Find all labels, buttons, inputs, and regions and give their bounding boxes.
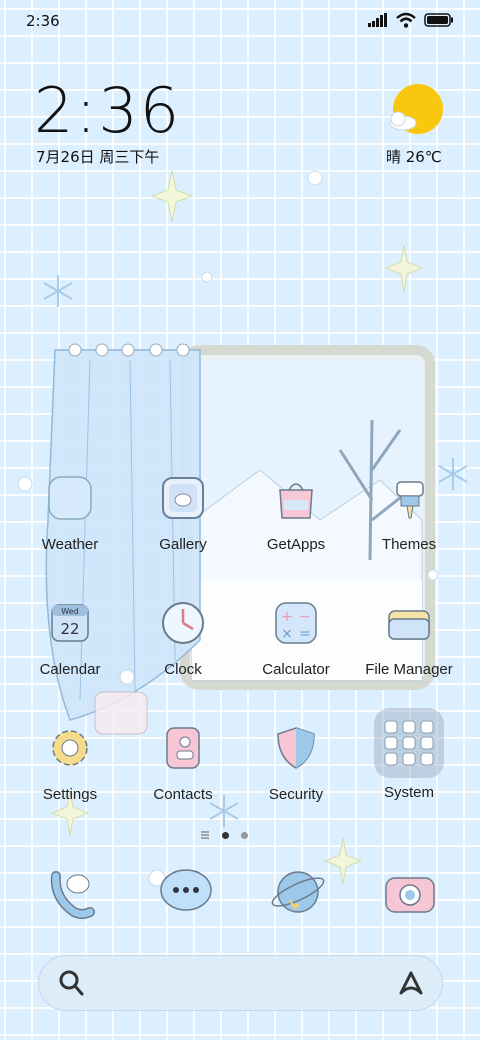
- weather-widget-text[interactable]: 晴 26℃: [386, 146, 442, 167]
- settings-icon: [42, 720, 98, 776]
- system-folder-icon: [374, 708, 444, 778]
- phone-icon[interactable]: [44, 862, 104, 922]
- app-settings[interactable]: Settings: [15, 720, 125, 803]
- app-label: Settings: [42, 786, 98, 803]
- app-getapps[interactable]: GetApps: [241, 470, 351, 553]
- app-gallery[interactable]: Gallery: [128, 470, 238, 553]
- svg-text:−: −: [299, 609, 311, 625]
- folder-system[interactable]: System: [354, 708, 464, 801]
- app-file-manager[interactable]: File Manager: [354, 595, 464, 678]
- calendar-weekday: Wed: [61, 607, 78, 616]
- app-label: Gallery: [159, 536, 207, 553]
- camera-icon[interactable]: [380, 862, 440, 922]
- svg-text:=: =: [299, 626, 311, 642]
- security-icon: [268, 720, 324, 776]
- app-label: System: [383, 784, 434, 801]
- svg-text:×: ×: [281, 626, 293, 642]
- clock-widget-time[interactable]: 2:36: [34, 74, 181, 147]
- assistant-icon[interactable]: [397, 969, 425, 997]
- app-label: GetApps: [266, 536, 326, 553]
- calendar-icon: Wed 22: [42, 595, 98, 651]
- battery-icon: [424, 13, 453, 27]
- app-contacts[interactable]: Contacts: [128, 720, 238, 803]
- app-label: Themes: [381, 536, 437, 553]
- weather-icon: [42, 470, 98, 526]
- app-weather[interactable]: Weather: [15, 470, 125, 553]
- app-calendar[interactable]: Wed 22 Calendar: [15, 595, 125, 678]
- signal-icon: [368, 13, 387, 27]
- svg-text:+: +: [281, 609, 293, 625]
- contacts-icon: [155, 720, 211, 776]
- clock-icon: [155, 595, 211, 651]
- search-bar[interactable]: [38, 955, 443, 1011]
- page-dot: [241, 831, 248, 839]
- clock-widget-date[interactable]: 7月26日 周三下午: [36, 146, 159, 167]
- messages-icon[interactable]: [156, 862, 216, 922]
- page-dot-active: [222, 831, 229, 839]
- list-icon: [201, 831, 209, 839]
- calculator-icon: + − × =: [268, 595, 324, 651]
- getapps-icon: [268, 470, 324, 526]
- calendar-day: 22: [60, 620, 79, 638]
- browser-icon[interactable]: [268, 862, 328, 922]
- app-security[interactable]: Security: [241, 720, 351, 803]
- sun-cloud-icon[interactable]: [386, 84, 446, 140]
- status-bar-time: 2:36: [26, 12, 60, 30]
- gallery-icon: [155, 470, 211, 526]
- search-icon[interactable]: [58, 969, 84, 997]
- app-label: Weather: [41, 536, 99, 553]
- app-label: Calculator: [262, 661, 330, 678]
- themes-icon: [381, 470, 437, 526]
- app-label: Security: [268, 786, 324, 803]
- wifi-icon: [396, 12, 416, 28]
- app-label: File Manager: [365, 661, 453, 678]
- page-indicator[interactable]: [200, 830, 248, 840]
- app-themes[interactable]: Themes: [354, 470, 464, 553]
- app-label: Clock: [164, 661, 202, 678]
- app-label: Calendar: [39, 661, 101, 678]
- app-label: Contacts: [153, 786, 213, 803]
- app-calculator[interactable]: + − × = Calculator: [241, 595, 351, 678]
- status-bar-icons: [368, 12, 454, 28]
- app-clock[interactable]: Clock: [128, 595, 238, 678]
- file-manager-icon: [381, 595, 437, 651]
